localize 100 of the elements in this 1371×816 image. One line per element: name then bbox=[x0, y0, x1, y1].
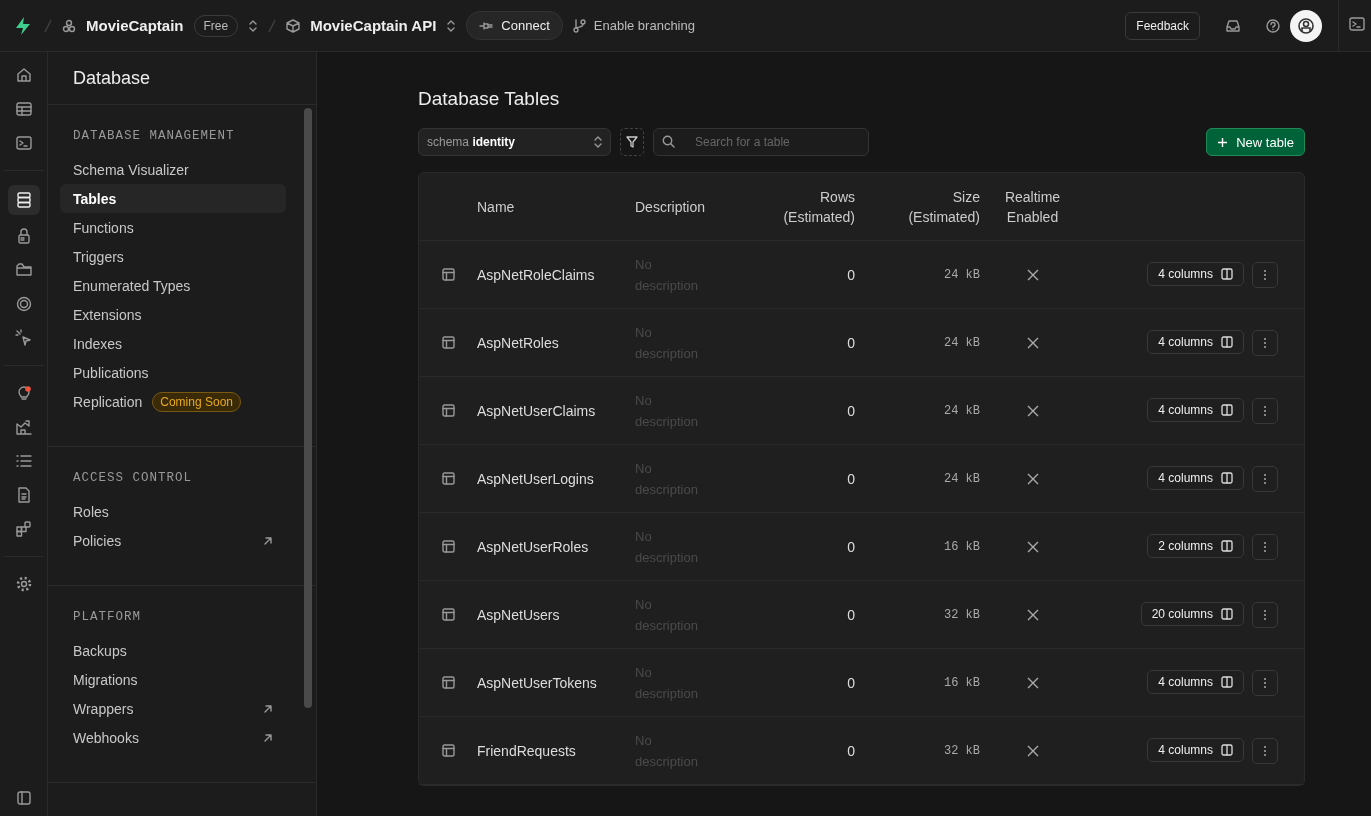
more-icon bbox=[1263, 744, 1267, 757]
project-name[interactable]: MovieCaptain API bbox=[310, 17, 437, 34]
table-size: 24 kB bbox=[943, 335, 980, 350]
table-icon bbox=[441, 540, 455, 553]
schema-selector[interactable]: schema identity bbox=[418, 128, 611, 156]
chevron-updown-icon bbox=[594, 136, 602, 148]
table-name[interactable]: AspNetUserClaims bbox=[477, 402, 635, 419]
table-size: 16 kB bbox=[943, 675, 980, 690]
columns-button[interactable]: 20 columns bbox=[1140, 601, 1244, 626]
cube-icon bbox=[286, 18, 301, 33]
sidebar-item[interactable]: Replication Coming Soon bbox=[60, 387, 286, 416]
cross-icon bbox=[1026, 404, 1039, 417]
help-icon bbox=[1266, 18, 1280, 33]
scrollbar[interactable] bbox=[304, 108, 312, 708]
table-name[interactable]: AspNetUserRoles bbox=[477, 538, 635, 555]
columns-button[interactable]: 4 columns bbox=[1147, 261, 1244, 286]
sidebar-item-label: Roles bbox=[73, 503, 109, 520]
sidebar-item-label: Publications bbox=[73, 364, 149, 381]
columns-button[interactable]: 4 columns bbox=[1147, 465, 1244, 490]
columns-icon bbox=[1221, 539, 1233, 552]
sidebar-item-label: Backups bbox=[73, 642, 127, 659]
sidebar-item[interactable]: Backups bbox=[60, 636, 286, 665]
sidebar-item[interactable]: Roles bbox=[60, 497, 286, 526]
table-name[interactable]: AspNetRoleClaims bbox=[477, 266, 635, 283]
filter-icon bbox=[626, 136, 638, 148]
columns-icon bbox=[1221, 267, 1233, 280]
row-count: 0 bbox=[846, 470, 855, 487]
sidebar-item-label: Functions bbox=[73, 219, 134, 236]
columns-icon bbox=[1221, 743, 1233, 756]
row-count: 0 bbox=[846, 266, 855, 283]
sidebar-item[interactable]: Schema Visualizer bbox=[60, 155, 286, 184]
row-count: 0 bbox=[846, 606, 855, 623]
sidebar-item-label: Policies bbox=[73, 532, 122, 549]
sidebar-item[interactable]: Migrations bbox=[60, 665, 286, 694]
sidebar-item-label: Triggers bbox=[73, 248, 124, 265]
list-icon bbox=[14, 452, 33, 470]
columns-button[interactable]: 2 columns bbox=[1147, 533, 1244, 558]
table-icon bbox=[14, 100, 33, 118]
user-avatar[interactable] bbox=[1290, 9, 1322, 42]
sidebar-item[interactable]: Wrappers bbox=[60, 694, 286, 723]
more-icon bbox=[1263, 540, 1267, 553]
new-table-button[interactable]: New table bbox=[1206, 128, 1305, 156]
sidebar-item-label: Tables bbox=[73, 190, 117, 207]
table-icon bbox=[441, 268, 455, 281]
columns-icon bbox=[1221, 335, 1233, 348]
external-link-icon bbox=[263, 732, 273, 743]
table-name[interactable]: AspNetUsers bbox=[477, 606, 635, 623]
plus-icon bbox=[1217, 136, 1229, 148]
sidebar-item[interactable]: Functions bbox=[60, 213, 286, 242]
table-name[interactable]: FriendRequests bbox=[477, 742, 635, 759]
organization-name[interactable]: MovieCaptain bbox=[86, 17, 184, 34]
sidebar-item[interactable]: Webhooks bbox=[60, 723, 286, 752]
connect-button[interactable]: Connect bbox=[466, 11, 563, 40]
plug-icon bbox=[479, 20, 494, 31]
table-size: 24 kB bbox=[943, 471, 980, 486]
page-title: Database Tables bbox=[418, 88, 561, 110]
column-header: Size (Estimated) bbox=[907, 187, 980, 227]
sidebar-item[interactable]: Tables bbox=[60, 184, 286, 213]
columns-button[interactable]: 4 columns bbox=[1147, 397, 1244, 422]
columns-button[interactable]: 4 columns bbox=[1147, 329, 1244, 354]
column-header: Rows (Estimated) bbox=[782, 187, 855, 227]
table-name[interactable]: AspNetUserTokens bbox=[477, 674, 635, 691]
row-count: 0 bbox=[846, 538, 855, 555]
sidebar-item[interactable]: Enumerated Types bbox=[60, 271, 286, 300]
home-icon bbox=[14, 66, 33, 84]
cross-icon bbox=[1026, 268, 1039, 281]
row-count: 0 bbox=[846, 402, 855, 419]
folder-icon bbox=[14, 261, 33, 279]
chevron-updown-icon bbox=[248, 18, 259, 33]
cross-icon bbox=[1026, 608, 1039, 621]
sidebar-item-label: Replication bbox=[73, 393, 143, 410]
table-name[interactable]: AspNetUserLogins bbox=[477, 470, 635, 487]
external-link-icon bbox=[263, 535, 273, 546]
sidebar-item[interactable]: Policies bbox=[60, 526, 286, 555]
sidebar-item[interactable]: Triggers bbox=[60, 242, 286, 271]
table-size: 16 kB bbox=[943, 539, 980, 554]
column-header: Description bbox=[635, 197, 707, 217]
search-field[interactable]: Search for a table bbox=[653, 128, 869, 156]
terminal-icon bbox=[14, 134, 33, 152]
filter-button[interactable] bbox=[620, 128, 644, 156]
enable-branching-link[interactable]: Enable branching bbox=[572, 18, 695, 33]
more-icon bbox=[1263, 472, 1267, 485]
cross-icon bbox=[1026, 540, 1039, 553]
sidebar-item[interactable]: Extensions bbox=[60, 300, 286, 329]
sidebar-item[interactable]: Indexes bbox=[60, 329, 286, 358]
row-count: 0 bbox=[846, 334, 855, 351]
columns-button[interactable]: 4 columns bbox=[1147, 737, 1244, 762]
lifebuoy-icon bbox=[14, 295, 33, 313]
feedback-button[interactable]: Feedback bbox=[1125, 11, 1200, 40]
table-name[interactable]: AspNetRoles bbox=[477, 334, 635, 351]
rail-button[interactable] bbox=[7, 185, 40, 215]
branch-icon bbox=[572, 18, 586, 33]
organization-icon bbox=[62, 18, 76, 33]
table-icon bbox=[441, 676, 455, 689]
cursor-icon bbox=[14, 329, 33, 347]
chevron-updown-icon bbox=[446, 18, 457, 33]
sidebar-item[interactable]: Publications bbox=[60, 358, 286, 387]
sidebar-item-label: Wrappers bbox=[73, 700, 134, 717]
columns-button[interactable]: 4 columns bbox=[1147, 669, 1244, 694]
sidebar-item-label: Schema Visualizer bbox=[73, 161, 189, 178]
